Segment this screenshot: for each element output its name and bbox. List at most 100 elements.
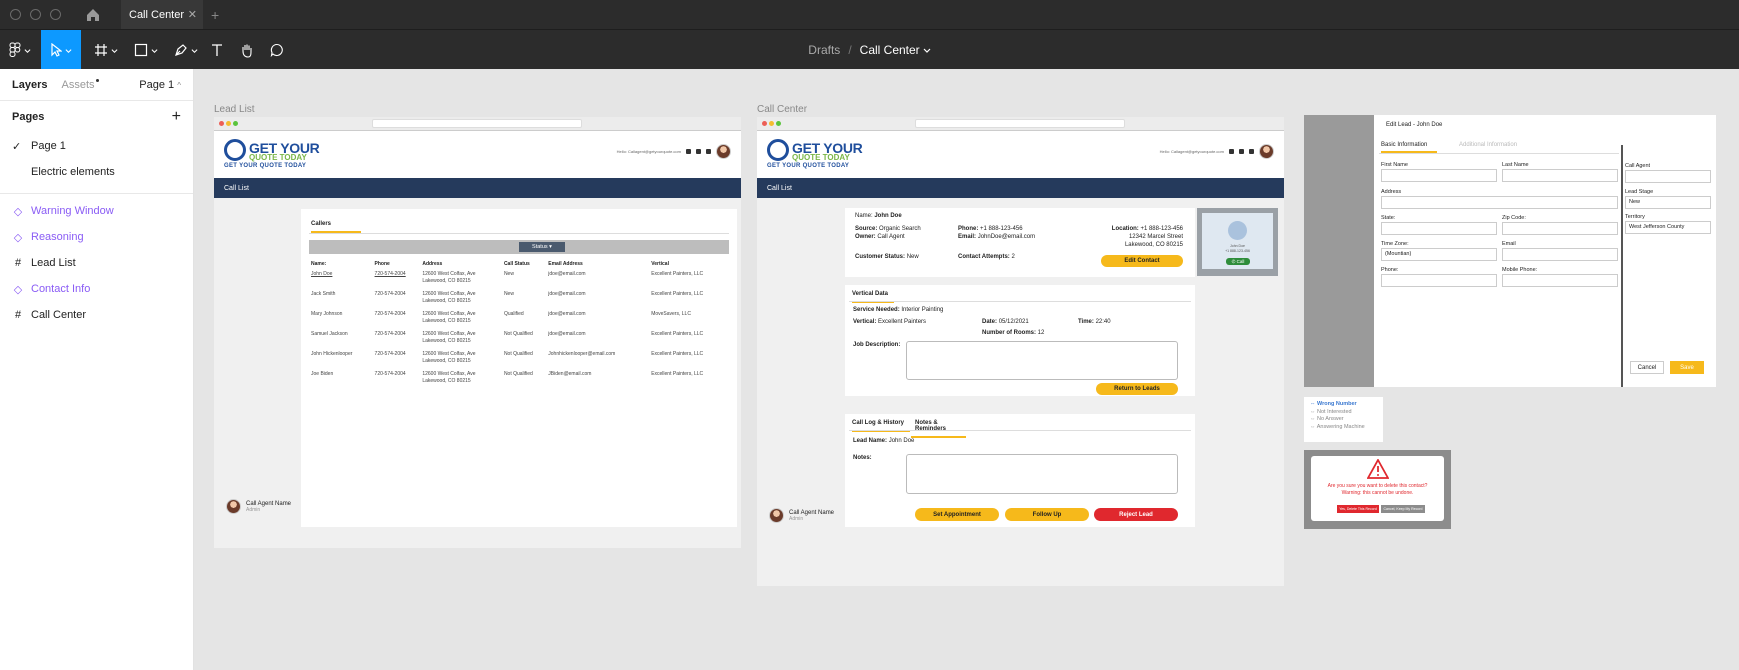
page-item[interactable]: ✓ Page 1 [0, 133, 193, 159]
first-name-input[interactable] [1381, 169, 1497, 182]
hand-tool-button[interactable] [232, 30, 262, 70]
vertical-data-card: Vertical Data Service Needed: Interior P… [845, 285, 1195, 396]
dropdown-option[interactable]: ⇔ Answering Machine [1310, 424, 1377, 432]
frame-tool-button[interactable] [86, 30, 126, 70]
minimize-window-button[interactable] [30, 9, 41, 20]
home-icon[interactable] [85, 7, 101, 23]
contact-location: Location: +1 888-123-456 12342 Marcel St… [1081, 226, 1183, 249]
chevron-down-icon [24, 48, 31, 53]
table-row[interactable]: John Doe 720-574-2004 12600 West Colfax, A… [311, 271, 731, 291]
value: JohnDoe@email.com [977, 234, 1036, 240]
tab-notes-reminders[interactable]: Notes & Reminders [911, 420, 966, 438]
notes-textarea[interactable] [906, 454, 1178, 494]
page-selector[interactable]: Page 1 ^ [139, 79, 181, 91]
edit-lead-modal[interactable]: Edit Lead - John Doe Basic Information A… [1304, 115, 1716, 387]
dropdown-option[interactable]: ⇔ No Answer [1310, 416, 1377, 424]
return-to-leads-button[interactable]: Return to Leads [1096, 383, 1178, 395]
maximize-window-button[interactable] [50, 9, 61, 20]
zip-input[interactable] [1502, 222, 1618, 235]
label: Date: [982, 319, 998, 325]
site-header: GET YOUR QUOTE TODAY GET YOUR QUOTE TODA… [214, 131, 741, 178]
browser-dot [226, 121, 231, 126]
column-header: Email Address [548, 261, 583, 267]
layer-item[interactable]: # Call Center [0, 302, 193, 328]
phone-input[interactable] [1381, 274, 1497, 287]
table-row[interactable]: John Hickenlooper 720-574-2004 12600 West … [311, 351, 731, 371]
file-tab[interactable]: Call Center ✕ [121, 0, 203, 29]
layer-item[interactable]: # Lead List [0, 250, 193, 276]
close-window-button[interactable] [10, 9, 21, 20]
shape-tool-button[interactable] [126, 30, 166, 70]
table-cell[interactable]: John Doe [311, 271, 375, 291]
breadcrumb-drafts[interactable]: Drafts [808, 43, 840, 57]
table-row[interactable]: Jack Smith 720-574-2004 12600 West Colfax,… [311, 291, 731, 311]
tab-basic-information[interactable]: Basic Information [1381, 142, 1437, 153]
reject-lead-button[interactable]: Reject Lead [1094, 508, 1178, 521]
agent-name: Call Agent Name [789, 509, 835, 516]
lead-list-frame[interactable]: GET YOUR QUOTE TODAY GET YOUR QUOTE TODA… [214, 117, 741, 548]
label: Time: [1078, 319, 1094, 325]
service-needed: Service Needed: Interior Painting [853, 307, 943, 315]
table-cell: Not Qualified [503, 331, 533, 337]
state-input[interactable] [1381, 222, 1497, 235]
frame-label-lead-list[interactable]: Lead List [214, 104, 255, 115]
cancel-button[interactable]: Cancel [1630, 361, 1664, 374]
dropdown-option[interactable]: ⇔ Not Interested [1310, 409, 1377, 417]
contact-phone: Phone: +1 888-123-456 [958, 226, 1023, 234]
add-page-icon[interactable]: + [172, 108, 181, 126]
breadcrumb-current-file[interactable]: Call Center [860, 43, 920, 57]
close-tab-icon[interactable]: ✕ [188, 8, 197, 21]
chevron-down-icon[interactable] [923, 46, 931, 54]
layer-item[interactable]: ◇ Contact Info [0, 276, 193, 302]
column-header: Name: [311, 261, 327, 267]
table-row[interactable]: Mary Johnson 720-574-2004 12600 West Colfa… [311, 311, 731, 331]
call-outcome-dropdown[interactable]: ⇔ Wrong Number ⇔ Not Interested ⇔ No Ans… [1304, 397, 1383, 442]
cancel-delete-button[interactable]: Cancel, Keep My Record [1381, 505, 1425, 513]
table-cell: 720-574-2004 [374, 331, 406, 337]
tab-additional-information[interactable]: Additional Information [1459, 142, 1517, 148]
dropdown-option[interactable]: ⇔ Wrong Number [1310, 401, 1377, 409]
logo-line2: QUOTE TODAY [792, 153, 850, 162]
call-agent-input[interactable] [1625, 170, 1711, 183]
browser-dot [762, 121, 767, 126]
mobile-phone-input[interactable] [1502, 274, 1618, 287]
page-item[interactable]: Electric elements [0, 159, 193, 185]
table-row[interactable]: Joe Biden 720-574-2004 12600 West Colfax, … [311, 371, 731, 391]
text-tool-button[interactable] [202, 30, 232, 70]
new-tab-icon[interactable]: + [211, 7, 219, 23]
label: Number of Rooms: [982, 330, 1036, 336]
pen-tool-button[interactable] [166, 30, 206, 70]
layer-item[interactable]: ◇ Warning Window [0, 198, 193, 224]
value: Excellent Painters [878, 319, 927, 325]
edit-contact-button[interactable]: Edit Contact [1101, 255, 1183, 267]
cursor-icon [51, 43, 62, 57]
move-tool-button[interactable] [41, 30, 81, 70]
logo-mark-icon [767, 139, 789, 161]
email-input[interactable] [1502, 248, 1618, 261]
follow-up-button[interactable]: Follow Up [1005, 508, 1089, 521]
table-cell: 12600 West Colfax, Ave Lakewood, CO 8021… [422, 331, 476, 344]
tab-layers[interactable]: Layers [12, 79, 47, 91]
warning-window[interactable]: Are you sure you want to delete this con… [1304, 450, 1451, 529]
territory-select[interactable]: West Jefferson County [1625, 221, 1711, 234]
table-cell: New [503, 291, 514, 297]
frame-label-call-center[interactable]: Call Center [757, 104, 807, 115]
confirm-delete-button[interactable]: Yes, Delete This Record [1337, 505, 1379, 513]
save-button[interactable]: Save [1670, 361, 1704, 374]
last-name-input[interactable] [1502, 169, 1618, 182]
job-description-textarea[interactable] [906, 341, 1178, 380]
comment-tool-button[interactable] [262, 30, 292, 70]
table-row[interactable]: Samuel Jackson 720-574-2004 12600 West Col… [311, 331, 731, 351]
main-menu-button[interactable] [0, 30, 40, 70]
layer-item[interactable]: ◇ Reasoning [0, 224, 193, 250]
table-cell[interactable]: 720-574-2004 [375, 271, 423, 291]
tab-assets[interactable]: Assets [61, 78, 99, 91]
address-input[interactable] [1381, 196, 1618, 209]
set-appointment-button[interactable]: Set Appointment [915, 508, 999, 521]
browser-dot [219, 121, 224, 126]
timezone-select[interactable]: (Mountian) [1381, 248, 1497, 261]
lead-stage-select[interactable]: New [1625, 196, 1711, 209]
call-center-frame[interactable]: GET YOUR QUOTE TODAY GET YOUR QUOTE TODA… [757, 117, 1284, 586]
call-button[interactable]: ✆ Call [1226, 258, 1250, 265]
greeting-text: Hello: Callagent@getyourquote.com [1159, 149, 1224, 154]
